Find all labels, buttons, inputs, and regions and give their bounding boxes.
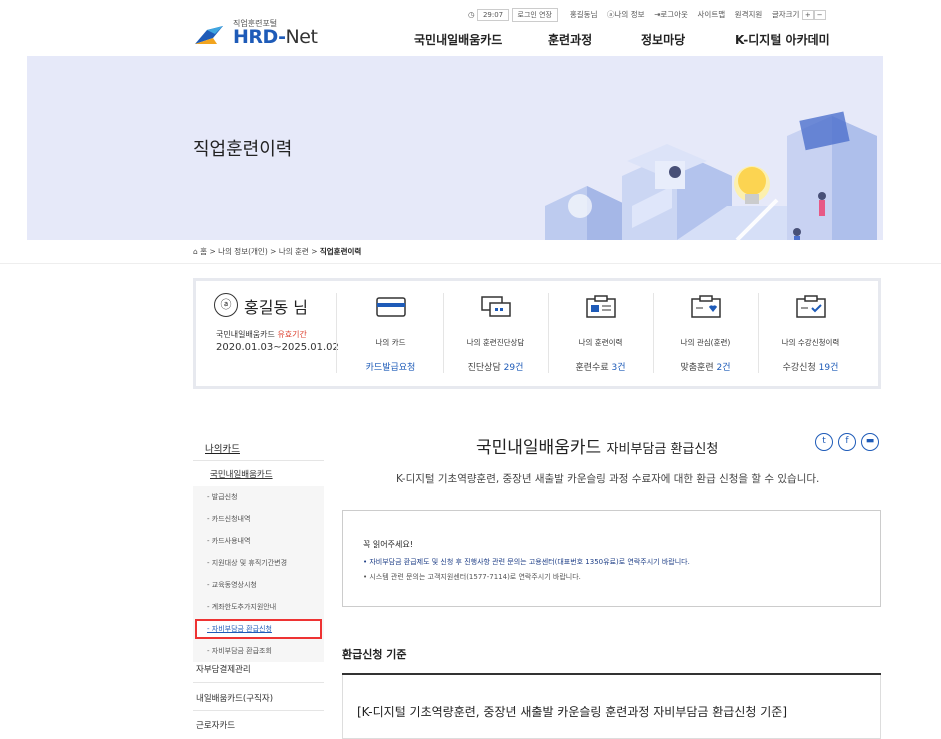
criteria-title: [K-디지털 기초역량훈련, 중장년 새출발 카운슬링 훈련과정 자비부담금 환… [357,705,787,719]
page-banner [27,56,883,240]
content-description: K-디지털 기초역량훈련, 중장년 새출발 카운슬링 과정 수료자에 대한 환급… [396,473,820,485]
breadcrumb-divider [0,263,941,264]
gnb-course[interactable]: 훈련과정 [548,31,592,48]
utility-bar: ◷ 29:07 로그인 연장 홍길동님 ⓐ나의 정보 ⇥로그아웃 사이트맵 원격… [468,8,826,22]
breadcrumb-myinfo[interactable]: 나의 정보(개인) [218,247,268,256]
facebook-icon[interactable]: f [838,433,856,451]
summary-label: 나의 수강신청이력 [781,338,840,347]
sidebar-item-issue[interactable]: - 발급신청 [193,486,324,508]
card-icon [375,297,406,317]
user-name-link[interactable]: 홍길동님 [570,10,598,19]
gnb-kdigital[interactable]: K-디지털 아카데미 [735,31,830,48]
divider [336,293,337,373]
sidebar-item-edu-video[interactable]: - 교육동영상시청 [193,574,324,596]
sitemap-link[interactable]: 사이트맵 [698,10,726,19]
gnb-card[interactable]: 국민내일배움카드 [414,31,502,48]
banner-illustration [545,111,877,240]
summary-consulting[interactable]: 나의 훈련진단상담 진단상담 29건 [443,291,548,376]
remote-support-link[interactable]: 원격지원 [735,10,763,19]
heart-folder-icon [690,295,721,318]
sidebar-divider [193,710,324,711]
my-info-panel: ⓐ 홍길동 님 국민내일배움카드 유효기간 2020.01.03~2025.01… [193,278,881,389]
summary-value[interactable]: 맞춤훈련 2건 [653,360,758,373]
login-extend-button[interactable]: 로그인 연장 [511,8,558,22]
card-label: 국민내일배움카드 [216,330,275,339]
sidebar-item-jobseeker-card[interactable]: 내일배움카드(구직자) [196,692,273,704]
sidebar-item-eligibility-change[interactable]: - 지원대상 및 휴직기간변경 [193,552,324,574]
summary-enrollment[interactable]: 나의 수강신청이력 수강신청 19건 [758,291,863,376]
notice-line-1: • 자비부담금 환급제도 및 신청 후 진행사항 관련 문의는 고용센터(대표번… [363,558,690,566]
font-decrease-button[interactable]: − [813,10,826,20]
summary-value[interactable]: 진단상담 29건 [443,360,548,373]
sidebar-divider [193,460,324,461]
content-title-sub: 자비부담금 환급신청 [606,442,719,457]
history-icon [585,295,616,318]
share-icon[interactable]: ▬ [861,433,879,451]
validity-label: 유효기간 [277,330,307,339]
logout-link[interactable]: 로그아웃 [660,10,688,19]
user-icon: ⓐ [607,10,615,19]
section-title: 환급신청 기준 [342,648,407,661]
font-increase-button[interactable]: + [801,10,814,20]
twitter-icon[interactable]: t [815,433,833,451]
summary-label: 나의 관심(훈련) [680,338,731,347]
breadcrumb-training[interactable]: 나의 훈련 [279,247,309,256]
notice-line-2: • 시스템 관련 문의는 고객지원센터(1577-7114)로 연락주시기 바랍… [363,573,581,581]
summary-value[interactable]: 훈련수료 3건 [548,360,653,373]
gnb-info[interactable]: 정보마당 [641,31,685,48]
session-timer: 29:07 [476,9,510,21]
breadcrumb-current: 직업훈련이력 [319,247,362,256]
logo-net: Net [285,26,318,48]
notice-title: 꼭 읽어주세요! [363,540,413,549]
sidebar-item-refund-inquiry[interactable]: - 자비부담금 환급조회 [193,640,324,662]
sidebar-item-worker-card[interactable]: 근로자카드 [196,719,235,731]
summary-label: 나의 카드 [375,338,406,347]
page-title: 직업훈련이력 [193,139,293,160]
summary-interest[interactable]: 나의 관심(훈련) 맞춤훈련 2건 [653,291,758,376]
avatar: ⓐ [214,293,238,317]
sidebar-heading[interactable]: 나의카드 [205,441,240,455]
content-title: 국민내일배움카드 자비부담금 환급신청 [476,433,718,458]
user-name: 홍길동 님 [244,298,308,317]
logo-hrd: HRD- [233,26,286,48]
summary-value[interactable]: 카드발급요청 [338,360,443,373]
breadcrumb: ⌂ 홈 > 나의 정보(개인) > 나의 훈련 > 직업훈련이력 [193,247,362,256]
chat-icon [480,296,511,317]
sidebar-item-limit-support[interactable]: - 계좌한도추가지원안내 [193,596,324,618]
sidebar-sub-heading[interactable]: 국민내일배움카드 [210,468,273,480]
summary-label: 나의 훈련진단상담 [466,338,525,347]
clock-icon: ◷ [468,10,475,19]
font-size-label: 글자크기 [771,10,800,19]
summary-value[interactable]: 수강신청 19건 [758,360,863,373]
sidebar-item-self-payment[interactable]: 자부담결제관리 [196,663,251,675]
summary-label: 나의 훈련이력 [578,338,623,347]
sidebar-divider [193,682,324,683]
summary-my-card[interactable]: 나의 카드 카드발급요청 [338,291,443,376]
check-folder-icon [795,295,826,318]
my-info-link[interactable]: 나의 정보 [615,10,645,19]
content-title-main: 국민내일배움카드 [476,438,602,458]
summary-history[interactable]: 나의 훈련이력 훈련수료 3건 [548,291,653,376]
sidebar-item-card-apply-history[interactable]: - 카드신청내역 [193,508,324,530]
card-validity-period: 2020.01.03~2025.01.02 [216,342,339,353]
logo-text: HRD-Net [233,26,318,48]
notice-box: 꼭 읽어주세요! • 자비부담금 환급제도 및 신청 후 진행사항 관련 문의는… [342,510,881,607]
breadcrumb-home[interactable]: 홈 [200,247,207,256]
sidebar-item-card-usage[interactable]: - 카드사용내역 [193,530,324,552]
sidebar-list: - 발급신청 - 카드신청내역 - 카드사용내역 - 지원대상 및 휴직기간변경… [193,486,324,662]
card-validity-label: 국민내일배움카드 유효기간 [216,329,307,340]
sidebar-item-refund-apply[interactable]: - 자비부담금 환급신청 [195,619,322,639]
home-icon: ⌂ [193,247,198,256]
logo-mark-icon [195,26,223,44]
